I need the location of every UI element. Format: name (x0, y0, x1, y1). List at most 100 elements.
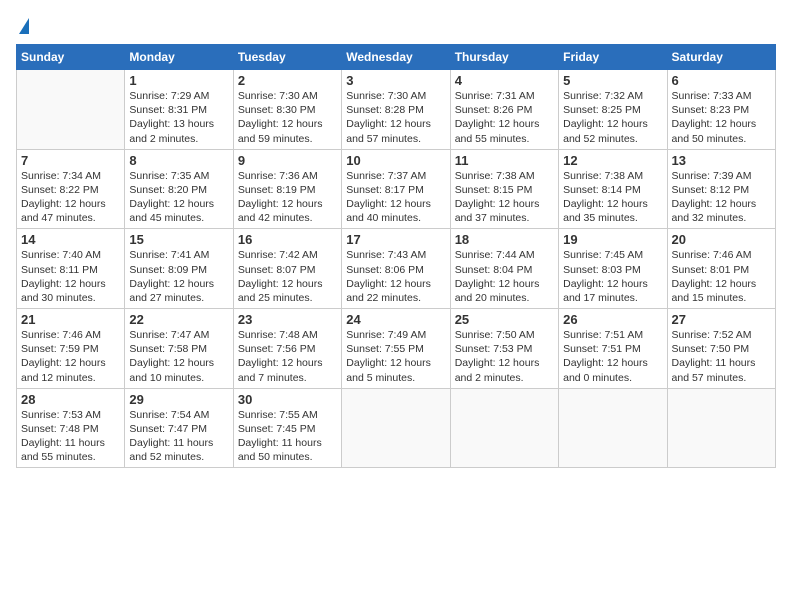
sunrise-text: Sunrise: 7:45 AM (563, 249, 643, 261)
daylight-text: Daylight: 12 hours and 17 minutes. (563, 278, 648, 304)
logo-triangle-icon (19, 18, 29, 34)
sunrise-text: Sunrise: 7:55 AM (238, 409, 318, 421)
calendar-cell: 6Sunrise: 7:33 AMSunset: 8:23 PMDaylight… (667, 70, 775, 150)
header-day-thursday: Thursday (450, 45, 558, 70)
daylight-text: Daylight: 12 hours and 2 minutes. (455, 357, 540, 383)
day-number: 30 (238, 392, 337, 407)
sunset-text: Sunset: 7:53 PM (455, 343, 533, 355)
sunset-text: Sunset: 7:59 PM (21, 343, 99, 355)
sunrise-text: Sunrise: 7:32 AM (563, 90, 643, 102)
day-number: 16 (238, 232, 337, 247)
sunset-text: Sunset: 8:28 PM (346, 104, 424, 116)
daylight-text: Daylight: 12 hours and 52 minutes. (563, 118, 648, 144)
calendar-cell: 30Sunrise: 7:55 AMSunset: 7:45 PMDayligh… (233, 388, 341, 468)
sunrise-text: Sunrise: 7:33 AM (672, 90, 752, 102)
day-detail: Sunrise: 7:40 AMSunset: 8:11 PMDaylight:… (21, 248, 120, 305)
week-row-3: 21Sunrise: 7:46 AMSunset: 7:59 PMDayligh… (17, 309, 776, 389)
day-number: 10 (346, 153, 445, 168)
sunset-text: Sunset: 7:55 PM (346, 343, 424, 355)
header-day-friday: Friday (559, 45, 667, 70)
sunrise-text: Sunrise: 7:38 AM (455, 170, 535, 182)
calendar-cell: 27 Sunrise: 7:52 AM Sunset: 7:50 PM Dayligh… (667, 309, 775, 389)
day-detail: Sunrise: 7:30 AMSunset: 8:28 PMDaylight:… (346, 89, 445, 146)
sunset-text: Sunset: 8:20 PM (129, 184, 207, 196)
calendar-cell: 13Sunrise: 7:39 AMSunset: 8:12 PMDayligh… (667, 149, 775, 229)
day-detail: Sunrise: 7:53 AMSunset: 7:48 PMDaylight:… (21, 408, 120, 465)
week-row-4: 28Sunrise: 7:53 AMSunset: 7:48 PMDayligh… (17, 388, 776, 468)
day-detail: Sunrise: 7:54 AMSunset: 7:47 PMDaylight:… (129, 408, 228, 465)
day-detail: Sunrise: 7:50 AMSunset: 7:53 PMDaylight:… (455, 328, 554, 385)
day-detail: Sunrise: 7:49 AM Sunset: 7:55 PM Daylight:… (346, 328, 445, 385)
sunset-text: Sunset: 7:56 PM (238, 343, 316, 355)
calendar-body: 1Sunrise: 7:29 AMSunset: 8:31 PMDaylight… (17, 70, 776, 468)
calendar-cell: 12Sunrise: 7:38 AMSunset: 8:14 PMDayligh… (559, 149, 667, 229)
sunrise-text: Sunrise: 7:31 AM (455, 90, 535, 102)
daylight-text: Daylight: 12 hours and 15 minutes. (672, 278, 757, 304)
sunrise-text: Sunrise: 7:46 AM (672, 249, 752, 261)
day-detail: Sunrise: 7:38 AMSunset: 8:14 PMDaylight:… (563, 169, 662, 226)
sunset-text: Sunset: 8:04 PM (455, 264, 533, 276)
day-number: 20 (672, 232, 771, 247)
sunrise-text: Sunrise: 7:30 AM (238, 90, 318, 102)
calendar-cell (667, 388, 775, 468)
daylight-text: Daylight: 11 hours and 57 minutes. (672, 357, 756, 383)
day-detail: Sunrise: 7:47 AMSunset: 7:58 PMDaylight:… (129, 328, 228, 385)
sunrise-text: Sunrise: 7:51 AM (563, 329, 643, 341)
sunrise-text: Sunrise: 7:49 AM (346, 329, 426, 341)
day-number: 6 (672, 73, 771, 88)
calendar-table: SundayMondayTuesdayWednesdayThursdayFrid… (16, 44, 776, 468)
sunset-text: Sunset: 8:26 PM (455, 104, 533, 116)
sunset-text: Sunset: 8:01 PM (672, 264, 750, 276)
day-detail: Sunrise: 7:39 AMSunset: 8:12 PMDaylight:… (672, 169, 771, 226)
day-number: 1 (129, 73, 228, 88)
daylight-text: Daylight: 11 hours and 50 minutes. (238, 437, 322, 463)
header (16, 16, 776, 34)
sunrise-text: Sunrise: 7:52 AM (672, 329, 752, 341)
calendar-cell: 18Sunrise: 7:44 AMSunset: 8:04 PMDayligh… (450, 229, 558, 309)
sunrise-text: Sunrise: 7:39 AM (672, 170, 752, 182)
daylight-text: Daylight: 12 hours and 55 minutes. (455, 118, 540, 144)
sunset-text: Sunset: 7:50 PM (672, 343, 750, 355)
daylight-text: Daylight: 11 hours and 52 minutes. (129, 437, 213, 463)
sunset-text: Sunset: 8:17 PM (346, 184, 424, 196)
day-number: 11 (455, 153, 554, 168)
week-row-1: 7Sunrise: 7:34 AMSunset: 8:22 PMDaylight… (17, 149, 776, 229)
day-number: 3 (346, 73, 445, 88)
day-detail: Sunrise: 7:32 AM Sunset: 8:25 PM Daylight:… (563, 89, 662, 146)
sunset-text: Sunset: 8:09 PM (129, 264, 207, 276)
header-day-sunday: Sunday (17, 45, 125, 70)
daylight-text: Daylight: 12 hours and 5 minutes. (346, 357, 431, 383)
daylight-text: Daylight: 12 hours and 27 minutes. (129, 278, 214, 304)
daylight-text: Daylight: 12 hours and 35 minutes. (563, 198, 648, 224)
day-number: 8 (129, 153, 228, 168)
sunset-text: Sunset: 8:25 PM (563, 104, 641, 116)
day-number: 5 (563, 73, 662, 88)
daylight-text: Daylight: 12 hours and 37 minutes. (455, 198, 540, 224)
week-row-2: 14Sunrise: 7:40 AMSunset: 8:11 PMDayligh… (17, 229, 776, 309)
calendar-cell: 7Sunrise: 7:34 AMSunset: 8:22 PMDaylight… (17, 149, 125, 229)
day-number: 2 (238, 73, 337, 88)
day-number: 4 (455, 73, 554, 88)
calendar-cell: 16Sunrise: 7:42 AMSunset: 8:07 PMDayligh… (233, 229, 341, 309)
day-number: 27 (672, 312, 771, 327)
calendar-header: SundayMondayTuesdayWednesdayThursdayFrid… (17, 45, 776, 70)
sunrise-text: Sunrise: 7:42 AM (238, 249, 318, 261)
sunset-text: Sunset: 7:48 PM (21, 423, 99, 435)
day-number: 7 (21, 153, 120, 168)
calendar-cell (450, 388, 558, 468)
header-row: SundayMondayTuesdayWednesdayThursdayFrid… (17, 45, 776, 70)
sunrise-text: Sunrise: 7:35 AM (129, 170, 209, 182)
calendar-cell: 20 Sunrise: 7:46 AM Sunset: 8:01 PM Dayligh… (667, 229, 775, 309)
sunrise-text: Sunrise: 7:30 AM (346, 90, 426, 102)
daylight-text: Daylight: 12 hours and 50 minutes. (672, 118, 757, 144)
day-detail: Sunrise: 7:55 AMSunset: 7:45 PMDaylight:… (238, 408, 337, 465)
sunrise-text: Sunrise: 7:29 AM (129, 90, 209, 102)
calendar-cell (342, 388, 450, 468)
calendar-cell: 5 Sunrise: 7:32 AM Sunset: 8:25 PM Daylight… (559, 70, 667, 150)
sunset-text: Sunset: 7:47 PM (129, 423, 207, 435)
daylight-text: Daylight: 12 hours and 59 minutes. (238, 118, 323, 144)
sunset-text: Sunset: 8:14 PM (563, 184, 641, 196)
day-detail: Sunrise: 7:31 AM Sunset: 8:26 PM Daylight:… (455, 89, 554, 146)
calendar-cell: 3Sunrise: 7:30 AMSunset: 8:28 PMDaylight… (342, 70, 450, 150)
sunset-text: Sunset: 8:03 PM (563, 264, 641, 276)
